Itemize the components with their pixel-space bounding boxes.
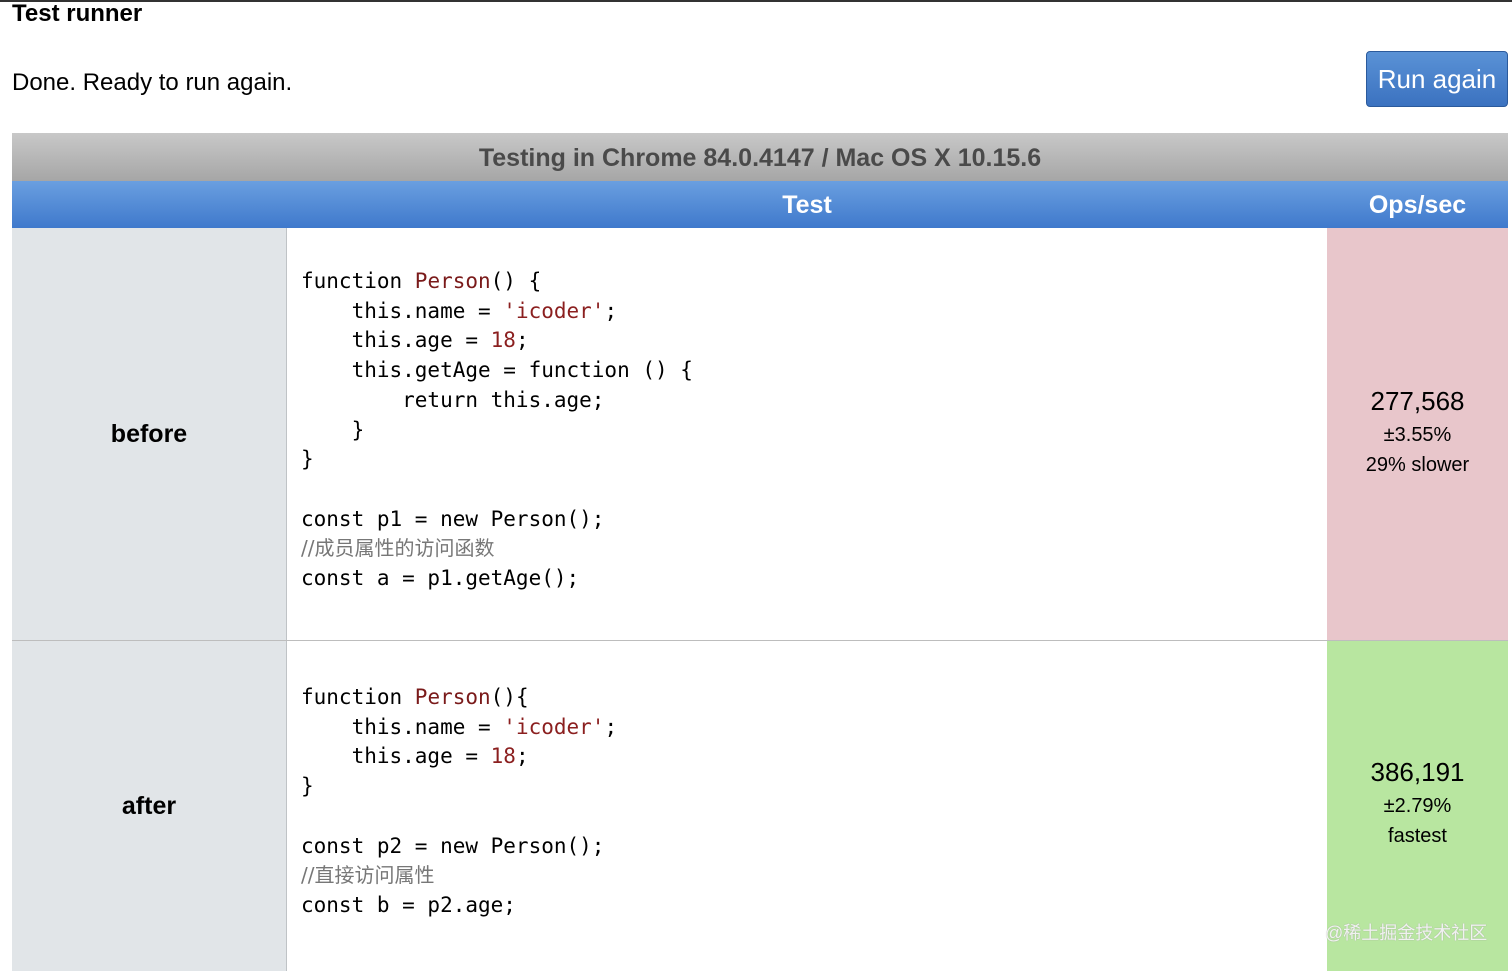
- ops-value: 277,568: [1370, 386, 1465, 416]
- column-header-test: Test: [782, 191, 832, 219]
- code-comment: //成员属性的访问函数: [301, 536, 495, 561]
- code-line: this.age = 18;: [301, 744, 529, 769]
- table-header: Test Ops/sec: [12, 181, 1508, 228]
- status-text: Done. Ready to run again.: [12, 69, 293, 96]
- code-line: return this.age;: [301, 387, 605, 412]
- result-cell-before: 277,568 ±3.55% 29% slower: [1327, 228, 1508, 640]
- run-again-button[interactable]: Run again: [1366, 51, 1508, 107]
- ops-verdict: fastest: [1388, 825, 1447, 847]
- test-name-before: before: [12, 228, 287, 640]
- code-line: const p1 = new Person();: [301, 506, 605, 531]
- table-row: before function Person() { this.name = '…: [12, 228, 1508, 641]
- code-line: }: [301, 774, 314, 799]
- column-header-ops: Ops/sec: [1368, 191, 1467, 219]
- page-title: Test runner: [12, 0, 143, 27]
- table-caption: Testing in Chrome 84.0.4147 / Mac OS X 1…: [12, 133, 1508, 181]
- code-line: }: [301, 417, 365, 442]
- code-line: const b = p2.age;: [301, 892, 516, 917]
- code-comment: //直接访问属性: [301, 863, 435, 888]
- top-border: [0, 0, 1512, 2]
- code-line: function Person(){: [301, 685, 529, 709]
- ops-verdict: 29% slower: [1365, 454, 1470, 476]
- code-line: this.getAge = function () {: [301, 358, 693, 383]
- test-code-after: function Person(){ this.name = 'icoder';…: [287, 641, 1327, 971]
- ops-error: ±3.55%: [1383, 424, 1452, 446]
- ops-value: 386,191: [1370, 757, 1465, 787]
- code-block: function Person(){ this.name = 'icoder';…: [301, 683, 617, 921]
- test-code-before: function Person() { this.name = 'icoder'…: [287, 228, 1327, 640]
- code-block: function Person() { this.name = 'icoder'…: [301, 267, 693, 594]
- test-name-after: after: [12, 641, 287, 971]
- table-row: after function Person(){ this.name = 'ic…: [12, 641, 1508, 971]
- code-line: this.name = 'icoder';: [301, 714, 618, 739]
- code-line: this.name = 'icoder';: [301, 298, 618, 323]
- code-line: this.age = 18;: [301, 328, 529, 353]
- watermark: @稀土掘金技术社区: [1325, 923, 1488, 943]
- ops-error: ±2.79%: [1383, 795, 1452, 817]
- code-line: const p2 = new Person();: [301, 833, 605, 858]
- code-line: }: [301, 447, 314, 472]
- code-line: const a = p1.getAge();: [301, 566, 580, 591]
- code-line: function Person() {: [301, 269, 542, 293]
